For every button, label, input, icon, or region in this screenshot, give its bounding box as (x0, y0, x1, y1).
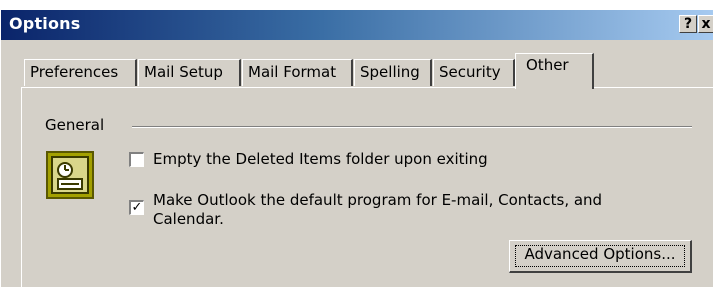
dialog-title: Options (9, 14, 81, 33)
title-bar: Options ? x (1, 10, 713, 40)
tab-mail-format[interactable]: Mail Format (242, 59, 353, 86)
advanced-options-button[interactable]: Advanced Options... (509, 240, 692, 273)
tab-other[interactable]: Other (515, 53, 594, 89)
group-divider (132, 126, 692, 128)
help-button[interactable]: ? (679, 15, 697, 33)
tab-spelling[interactable]: Spelling (354, 59, 432, 86)
empty-deleted-label[interactable]: Empty the Deleted Items folder upon exit… (153, 150, 488, 169)
focus-rect (515, 245, 685, 267)
tab-preferences[interactable]: Preferences (24, 59, 137, 86)
close-button[interactable]: x (698, 15, 713, 33)
tab-security[interactable]: Security (433, 59, 515, 86)
group-general-label: General (45, 116, 105, 134)
tab-mail-setup[interactable]: Mail Setup (138, 59, 241, 86)
outlook-options-icon (46, 151, 94, 199)
default-program-checkbox[interactable]: ✓ (129, 200, 144, 215)
empty-deleted-checkbox[interactable] (129, 152, 144, 167)
default-program-label[interactable]: Make Outlook the default program for E-m… (153, 191, 673, 229)
tab-strip: Preferences Mail Setup Mail Format Spell… (0, 52, 713, 89)
